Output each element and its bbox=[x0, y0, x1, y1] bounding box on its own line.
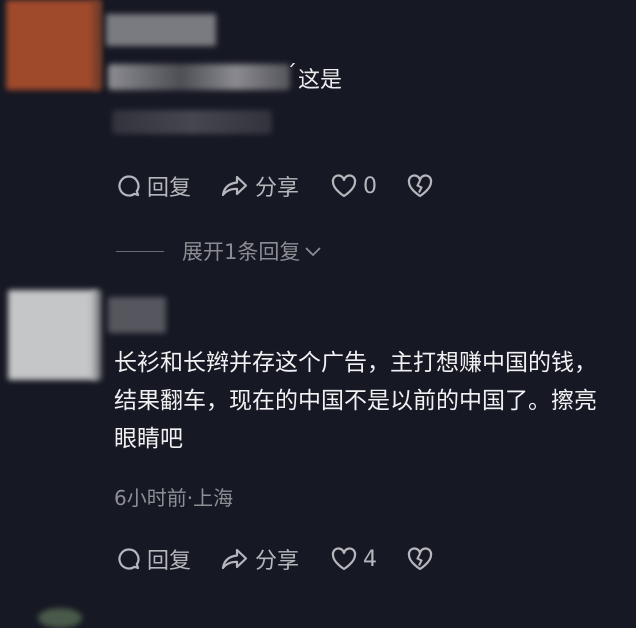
next-avatar[interactable] bbox=[38, 608, 82, 628]
username-redacted[interactable] bbox=[108, 297, 166, 333]
avatar-edge bbox=[92, 290, 102, 380]
reply-label: 回复 bbox=[147, 176, 192, 201]
like-count: 4 bbox=[363, 546, 377, 572]
comment-tick: ˊ bbox=[286, 62, 297, 87]
heart-icon bbox=[330, 173, 358, 199]
expand-replies-label: 展开1条回复 bbox=[182, 240, 301, 264]
like-count: 0 bbox=[363, 173, 377, 199]
speech-bubble-icon bbox=[116, 173, 142, 199]
reply-button[interactable]: 回复 bbox=[116, 170, 220, 202]
like-button[interactable]: 4 bbox=[330, 546, 406, 572]
speech-bubble-icon bbox=[116, 546, 142, 572]
avatar[interactable] bbox=[6, 0, 100, 90]
redacted-text-line2 bbox=[112, 110, 272, 134]
heart-icon bbox=[330, 546, 358, 572]
expand-replies[interactable]: 展开1条回复 bbox=[116, 236, 322, 266]
share-label: 分享 bbox=[255, 549, 300, 574]
comment-meta: 6小时前·上海 bbox=[114, 486, 234, 510]
comment-actions: 回复 分享 4 bbox=[116, 541, 434, 577]
reply-button[interactable]: 回复 bbox=[116, 543, 220, 575]
share-button[interactable]: 分享 bbox=[220, 170, 330, 202]
reply-label: 回复 bbox=[147, 549, 192, 574]
comment-text: 长衫和长辫并存这个广告，主打想赚中国的钱，结果翻车，现在的中国不是以前的中国了。… bbox=[114, 350, 597, 452]
chevron-down-icon bbox=[304, 239, 322, 263]
comment-text: 这是 bbox=[298, 68, 343, 93]
dislike-button[interactable] bbox=[406, 546, 434, 572]
broken-heart-icon bbox=[406, 173, 434, 199]
share-label: 分享 bbox=[255, 176, 300, 201]
avatar-edge bbox=[92, 0, 102, 90]
dislike-button[interactable] bbox=[406, 173, 434, 199]
comment-actions: 回复 分享 0 bbox=[116, 168, 434, 204]
share-arrow-icon bbox=[220, 173, 250, 199]
redacted-text bbox=[108, 64, 290, 90]
avatar[interactable] bbox=[8, 290, 98, 380]
share-button[interactable]: 分享 bbox=[220, 543, 330, 575]
like-button[interactable]: 0 bbox=[330, 173, 406, 199]
broken-heart-icon bbox=[406, 546, 434, 572]
divider bbox=[116, 250, 164, 252]
username-redacted[interactable] bbox=[106, 14, 216, 46]
share-arrow-icon bbox=[220, 546, 250, 572]
